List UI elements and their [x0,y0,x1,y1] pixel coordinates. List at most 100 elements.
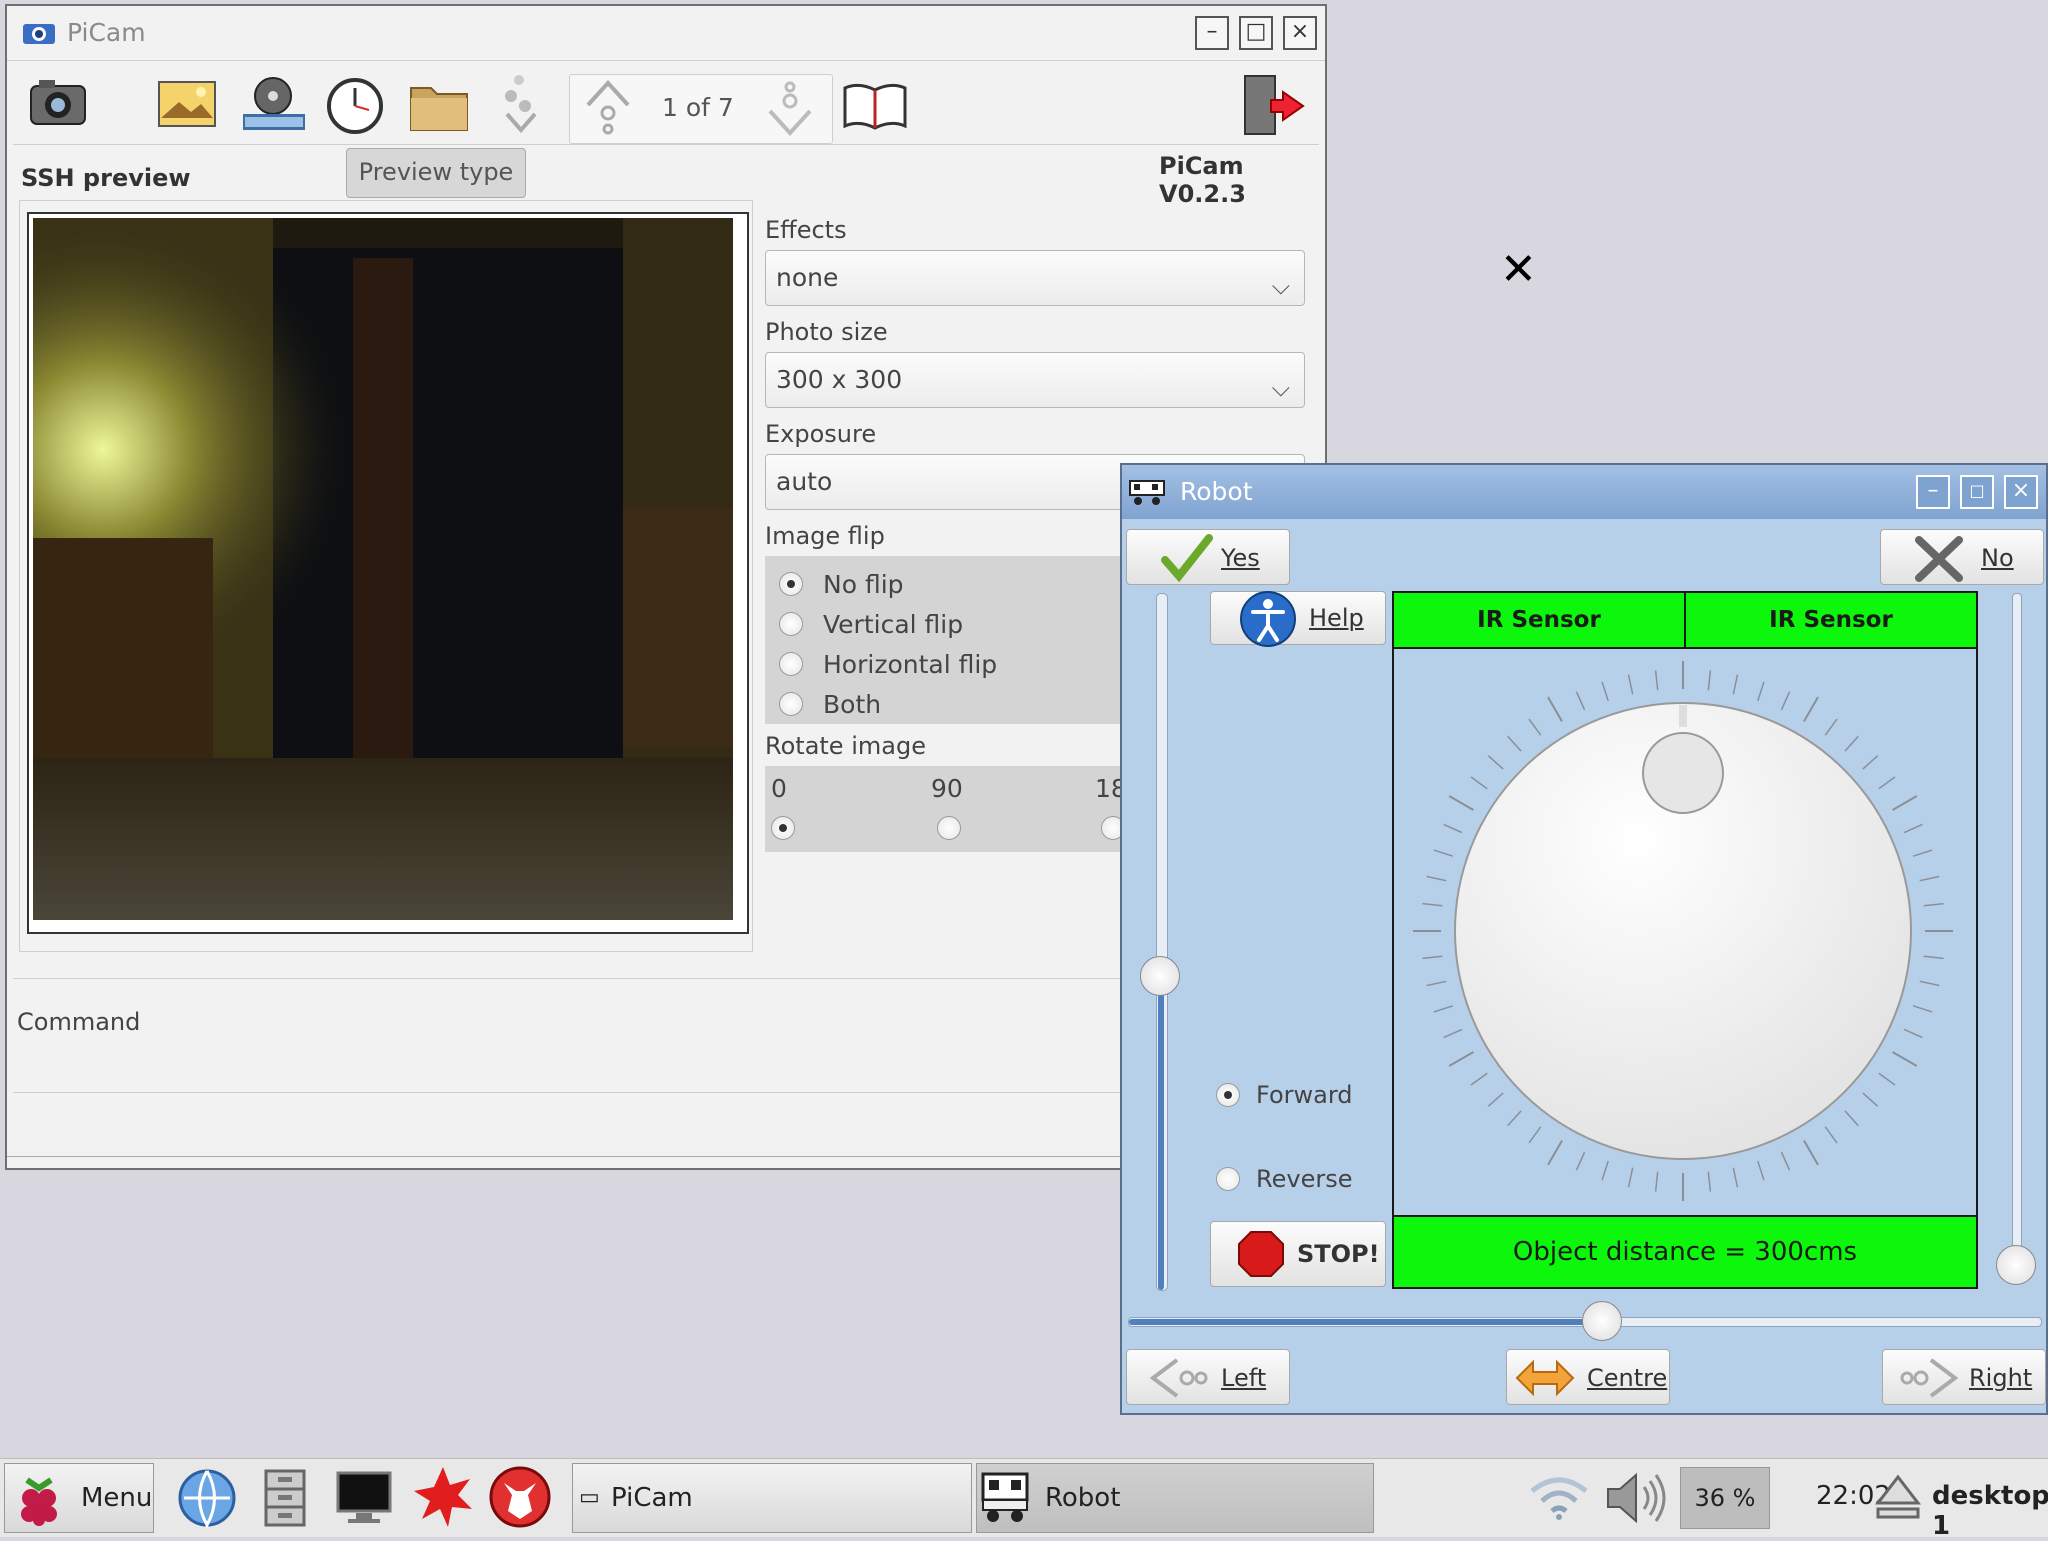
left-arrow-icon [1149,1358,1208,1398]
photo-size-dropdown[interactable]: 300 x 300 ⌵ [765,352,1305,408]
dial-tick [1912,849,1933,857]
stop-sign-icon [1238,1231,1284,1277]
accessibility-icon [1240,591,1296,647]
dial-tick [1627,1167,1634,1188]
globe-icon[interactable] [176,1467,238,1529]
arrows-icon[interactable] [495,72,547,136]
stop-button[interactable]: STOP! [1210,1221,1386,1287]
rotate-90-radio[interactable] [937,816,961,840]
dial-tick [1803,1140,1819,1166]
file-cabinet-icon[interactable] [262,1467,308,1529]
clock-icon[interactable] [325,76,385,136]
version-label: PiCam V0.2.3 [1159,152,1246,208]
rotate-0-radio[interactable] [771,816,795,840]
steering-slider-fill [1129,1319,1604,1325]
task-picam[interactable]: ▭ PiCam [572,1463,972,1533]
eject-icon[interactable] [1874,1473,1922,1521]
speed-slider-fill [1158,980,1164,1290]
close-button[interactable]: × [1283,16,1317,50]
dial-tick [1824,1126,1838,1144]
right-slider-track[interactable] [2012,593,2022,1275]
speed-slider-track[interactable] [1156,593,1168,1291]
image-icon[interactable] [157,78,219,132]
speed-slider-thumb[interactable] [1140,955,1180,996]
dial-tick [1528,1126,1542,1144]
down-arrow-icon[interactable] [766,79,816,137]
book-icon[interactable] [841,80,909,132]
menu-button[interactable]: Menu [4,1463,154,1533]
both-flip-radio[interactable] [779,692,803,716]
dial-tick [1426,875,1447,882]
dial-tick [1892,795,1918,811]
reverse-label: Reverse [1256,1165,1353,1193]
page-navigator: 1 of 7 [569,74,833,144]
image-flip-group: No flip Vertical flip Horizontal flip Bo… [765,556,1125,724]
dial-tick [1707,1171,1712,1192]
dial-tick [1919,980,1940,987]
speaker-icon[interactable] [1604,1471,1668,1525]
reverse-radio[interactable] [1216,1167,1240,1191]
vertical-flip-label: Vertical flip [823,610,964,639]
maximize-button[interactable]: □ [1239,16,1273,50]
dial-tick [1878,1072,1896,1086]
help-button[interactable]: Help [1210,591,1386,647]
steering-slider-thumb[interactable] [1582,1301,1623,1341]
dial-tick [1601,681,1609,702]
yes-label: Yes [1221,544,1260,572]
taskbar: Menu ▭ PiCam Robot 36 % 22:02 desktop 1 [0,1458,2048,1541]
minimize-button[interactable]: – [1195,16,1229,50]
horizontal-flip-radio[interactable] [779,652,803,676]
object-distance-display: Object distance = 300cms [1392,1215,1978,1289]
dial-indicator [1642,732,1724,814]
menu-label: Menu [81,1483,153,1513]
help-label: Help [1309,604,1364,632]
horizontal-flip-label: Horizontal flip [823,650,998,679]
exit-icon[interactable] [1239,70,1309,140]
cpu-monitor[interactable]: 36 % [1680,1467,1770,1529]
preview-type-button[interactable]: Preview type [346,148,526,198]
burst-icon[interactable] [412,1465,474,1529]
picam-titlebar[interactable]: PiCam – □ × [7,6,1325,61]
camera-button-icon[interactable] [27,74,91,134]
task-robot-label: Robot [1045,1483,1121,1513]
desktop-label[interactable]: desktop 1 [1932,1481,2048,1541]
ir-sensor-right: IR Sensor [1684,591,1978,649]
dial-tick [1547,696,1563,722]
left-button[interactable]: Left [1126,1349,1290,1405]
dial-tick [1757,1160,1765,1181]
no-button[interactable]: No [1880,529,2044,585]
left-label: Left [1221,1364,1267,1392]
right-button[interactable]: Right [1882,1349,2046,1405]
film-reel-icon[interactable] [239,74,309,136]
wifi-icon[interactable] [1528,1475,1590,1521]
steering-dial[interactable] [1398,651,1972,1211]
robot-close-button[interactable]: × [2004,475,2038,509]
no-flip-radio[interactable] [779,572,803,596]
dial-tick [1919,875,1940,882]
effects-label: Effects [765,216,847,244]
terminal-icon[interactable] [334,1469,394,1525]
right-slider-thumb[interactable] [1996,1245,2036,1285]
centre-button[interactable]: Centre [1506,1349,1670,1405]
raspberry-icon [21,1477,57,1526]
rotate-image-label: Rotate image [765,732,926,760]
effects-dropdown[interactable]: none ⌵ [765,250,1305,306]
robot-titlebar[interactable]: Robot – □ × [1122,465,2046,519]
dial-tick [1780,691,1791,711]
robot-maximize-button[interactable]: □ [1960,475,1994,509]
task-picam-label: PiCam [611,1483,693,1513]
task-robot[interactable]: Robot [976,1463,1374,1533]
up-arrow-icon[interactable] [584,79,634,137]
robot-minimize-button[interactable]: – [1916,475,1950,509]
dial-tick [1707,670,1712,691]
yes-button[interactable]: Yes [1126,529,1290,585]
forward-radio[interactable] [1216,1083,1240,1107]
task-picam-icon: ▭ [579,1485,600,1510]
dial-tick [1903,823,1923,834]
exposure-label: Exposure [765,420,877,448]
vertical-flip-radio[interactable] [779,612,803,636]
stop-label: STOP! [1297,1240,1380,1268]
wolf-icon[interactable] [488,1465,552,1529]
ir-sensor-left: IR Sensor [1392,591,1686,649]
folder-icon[interactable] [409,78,471,134]
